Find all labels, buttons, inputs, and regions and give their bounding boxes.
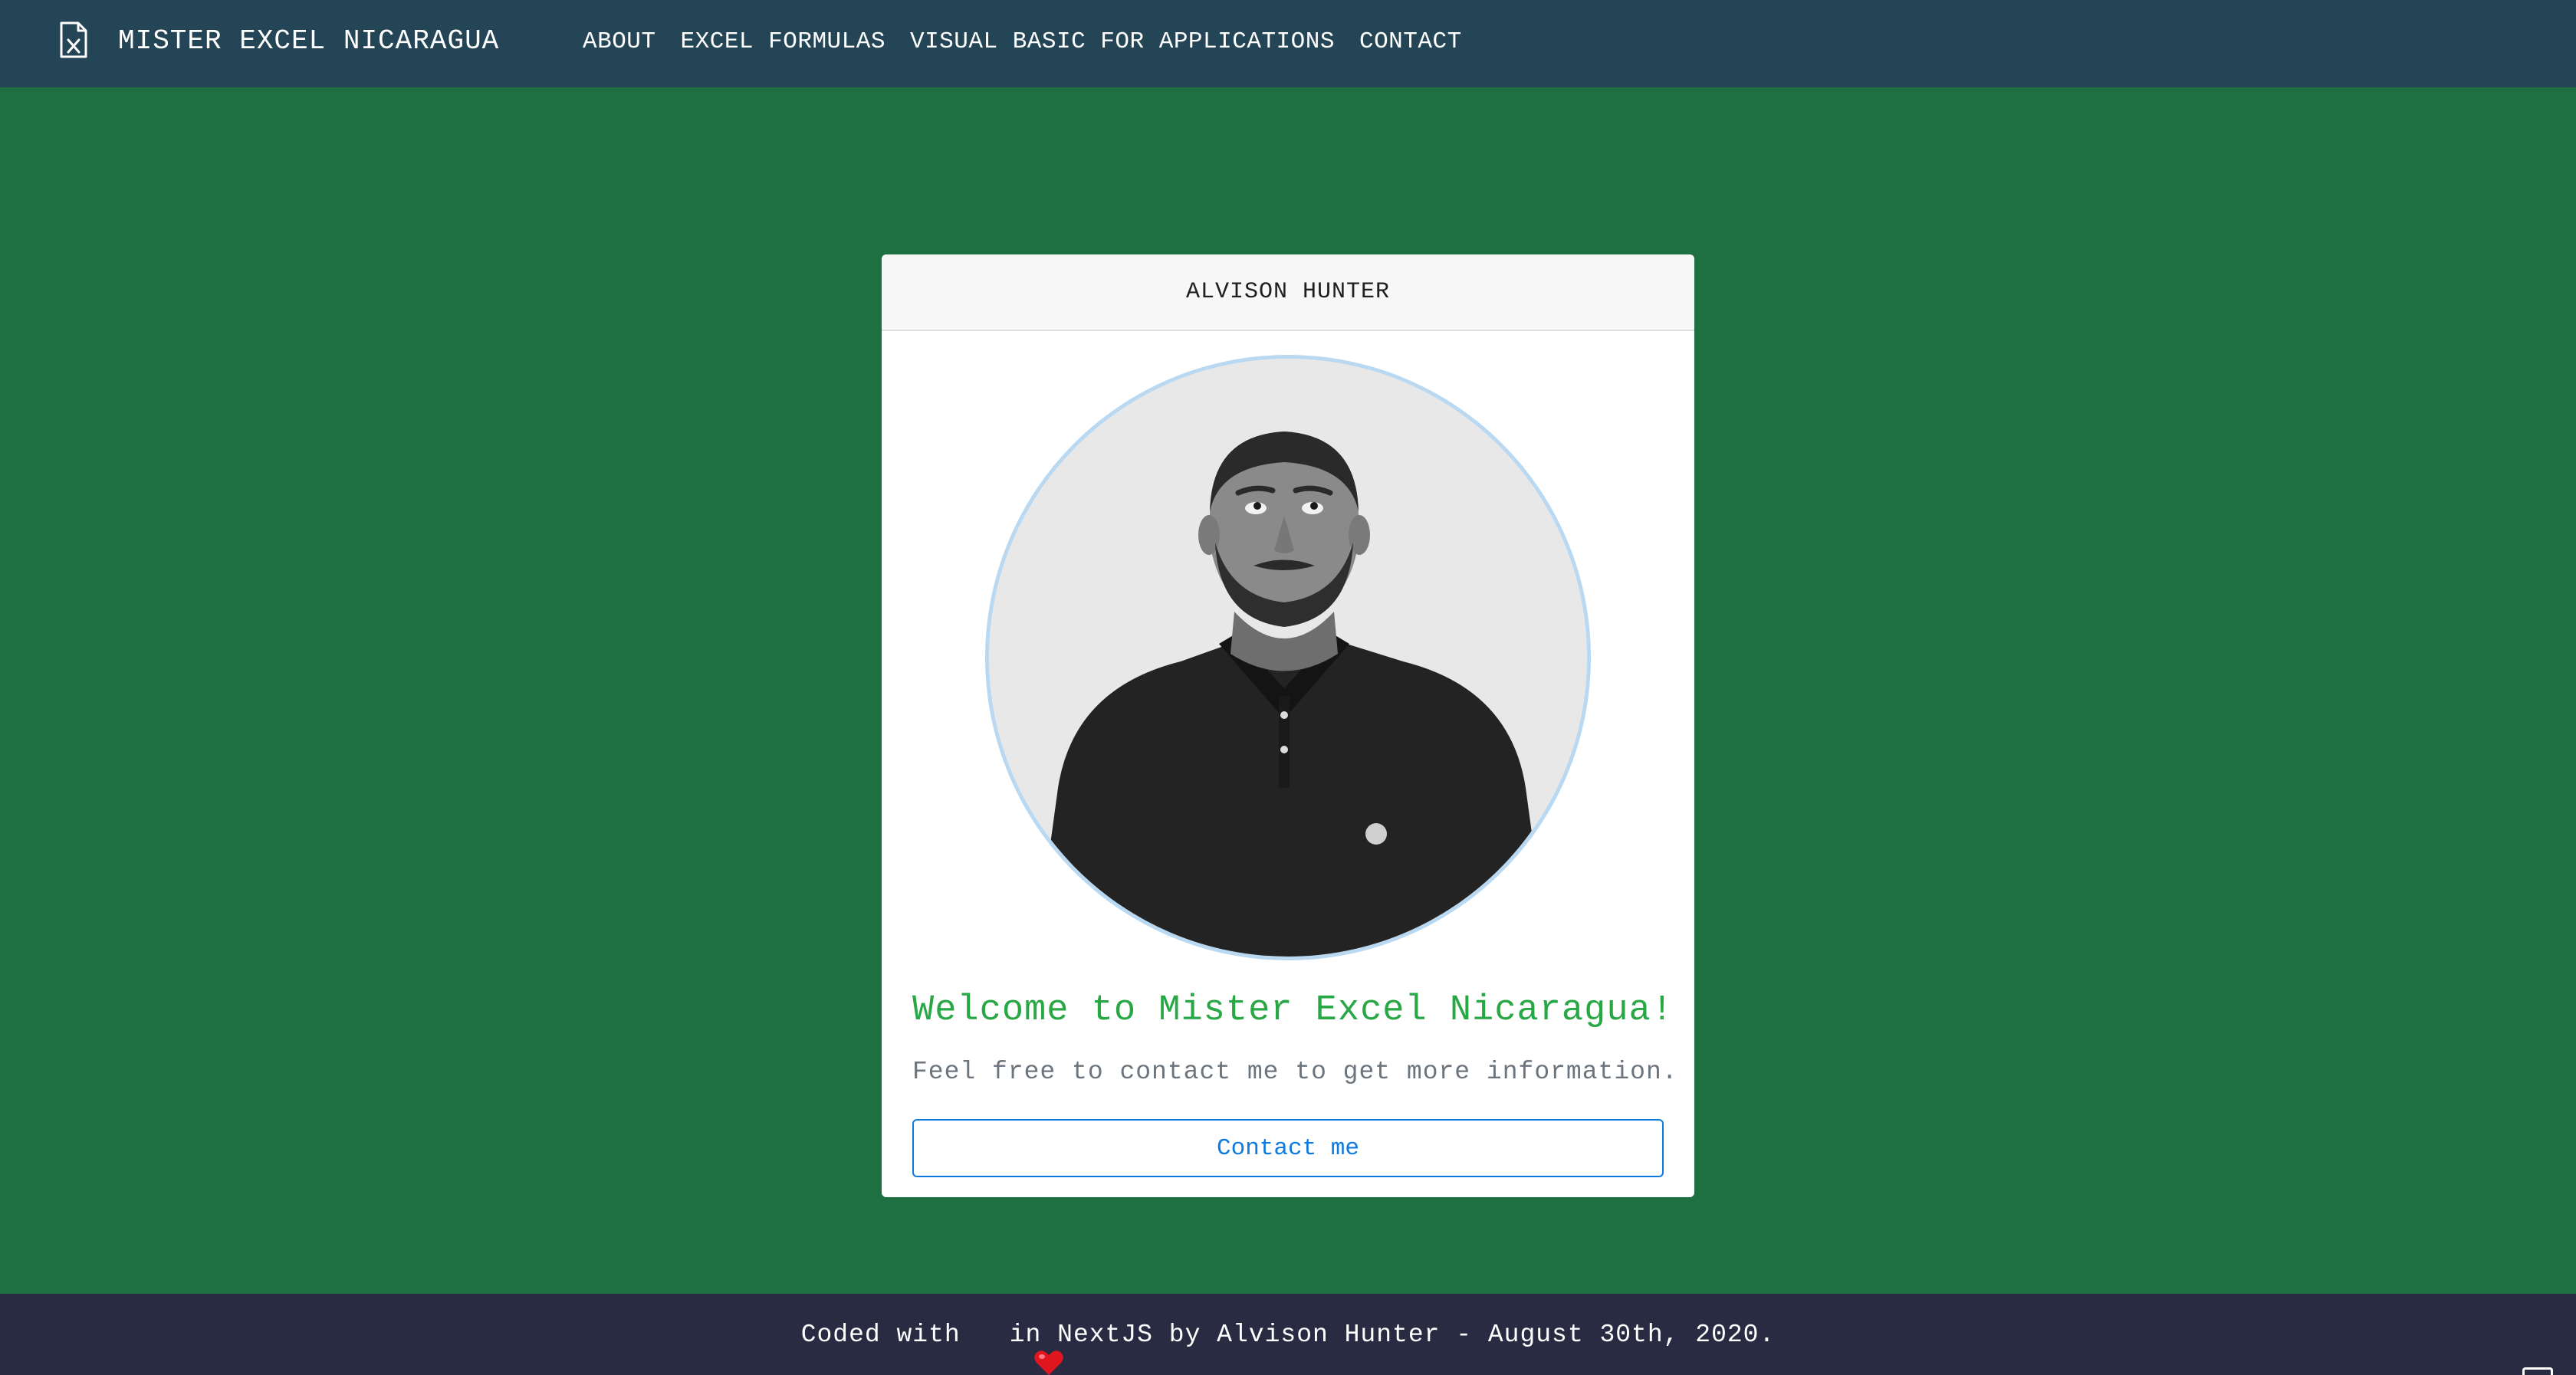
nav-link-excel-formulas[interactable]: EXCEL FORMULAS [681,28,886,55]
nav-link-vba[interactable]: VISUAL BASIC FOR APPLICATIONS [910,28,1335,55]
brand-title[interactable]: MISTER EXCEL NICARAGUA [118,0,499,83]
nav-link-contact[interactable]: CONTACT [1359,28,1462,55]
card-text: Feel free to contact me to get more info… [912,1058,1678,1086]
profile-avatar [989,359,1587,957]
card-header: ALVISON HUNTER [882,254,1694,331]
nav-link-about[interactable]: ABOUT [583,28,656,55]
heart-icon [970,1321,1063,1375]
navbar: MISTER EXCEL NICARAGUA ABOUT EXCEL FORMU… [0,0,2576,87]
footer-prefix: Coded with [800,1320,961,1349]
welcome-title: Welcome to Mister Excel Nicaragua! [912,990,1674,1031]
footer-suffix: in NextJS by Alvison Hunter - August 30t… [1009,1320,1776,1349]
excel-file-icon[interactable] [57,21,90,58]
nav-links: ABOUT EXCEL FORMULAS VISUAL BASIC FOR AP… [583,0,1487,83]
contact-me-button[interactable]: Contact me [912,1119,1664,1177]
chat-icon[interactable] [2522,1367,2553,1375]
profile-card: ALVISON HUNTER Welcome to Mister Excel N… [882,254,1694,1197]
footer: Coded with in NextJS by Alvison Hunter -… [0,1294,2576,1375]
